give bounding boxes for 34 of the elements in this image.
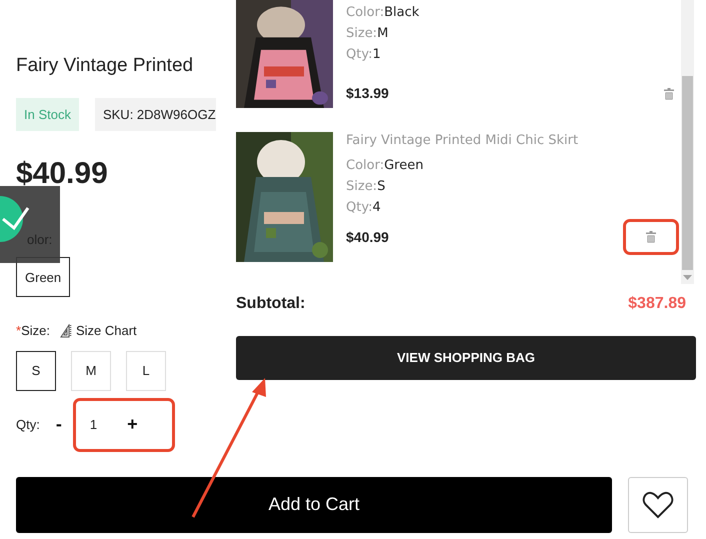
size-option[interactable]: L: [126, 350, 166, 391]
product-title: Fairy Vintage Printed: [16, 55, 194, 78]
qty-label: Qty:: [16, 416, 40, 434]
qty-value: 1: [90, 416, 98, 434]
trash-icon: [664, 88, 674, 100]
heart-icon: [642, 490, 674, 519]
size-chart-link[interactable]: Size Chart: [76, 321, 137, 341]
scrollbar-track[interactable]: [681, 0, 694, 284]
item-attribute: Size:M: [346, 25, 390, 43]
item-attribute: Qty:4: [346, 199, 382, 217]
add-to-cart-button[interactable]: Add to Cart: [16, 476, 612, 533]
plus-button[interactable]: +: [121, 411, 144, 438]
minus-button[interactable]: -: [50, 411, 68, 438]
stock-status: In Stock: [16, 98, 79, 132]
item-attribute: Size:S: [346, 178, 386, 196]
scrollbar-thumb[interactable]: [682, 76, 693, 270]
scroll-down-icon[interactable]: [683, 275, 692, 280]
view-shopping-bag-button[interactable]: VIEW SHOPPING BAG: [236, 336, 696, 380]
subtotal-label: Subtotal:: [236, 294, 306, 314]
item-price: $13.99: [346, 84, 389, 103]
delete-button[interactable]: [664, 88, 674, 100]
delete-button[interactable]: [626, 222, 676, 252]
item-attribute: Color:Green: [346, 157, 424, 175]
item-price: $40.99: [346, 228, 389, 246]
size-option[interactable]: S: [16, 350, 56, 391]
wishlist-button[interactable]: [628, 476, 688, 533]
trash-icon: [646, 231, 656, 243]
subtotal-value: $387.89: [628, 294, 686, 314]
item-attribute: Color:Black: [346, 4, 420, 22]
size-label: *Size:: [16, 322, 50, 340]
item-attribute: Qty:1: [346, 46, 382, 64]
ruler-icon: [60, 324, 72, 338]
product-price: $40.99: [16, 156, 108, 192]
size-option[interactable]: M: [71, 350, 111, 391]
